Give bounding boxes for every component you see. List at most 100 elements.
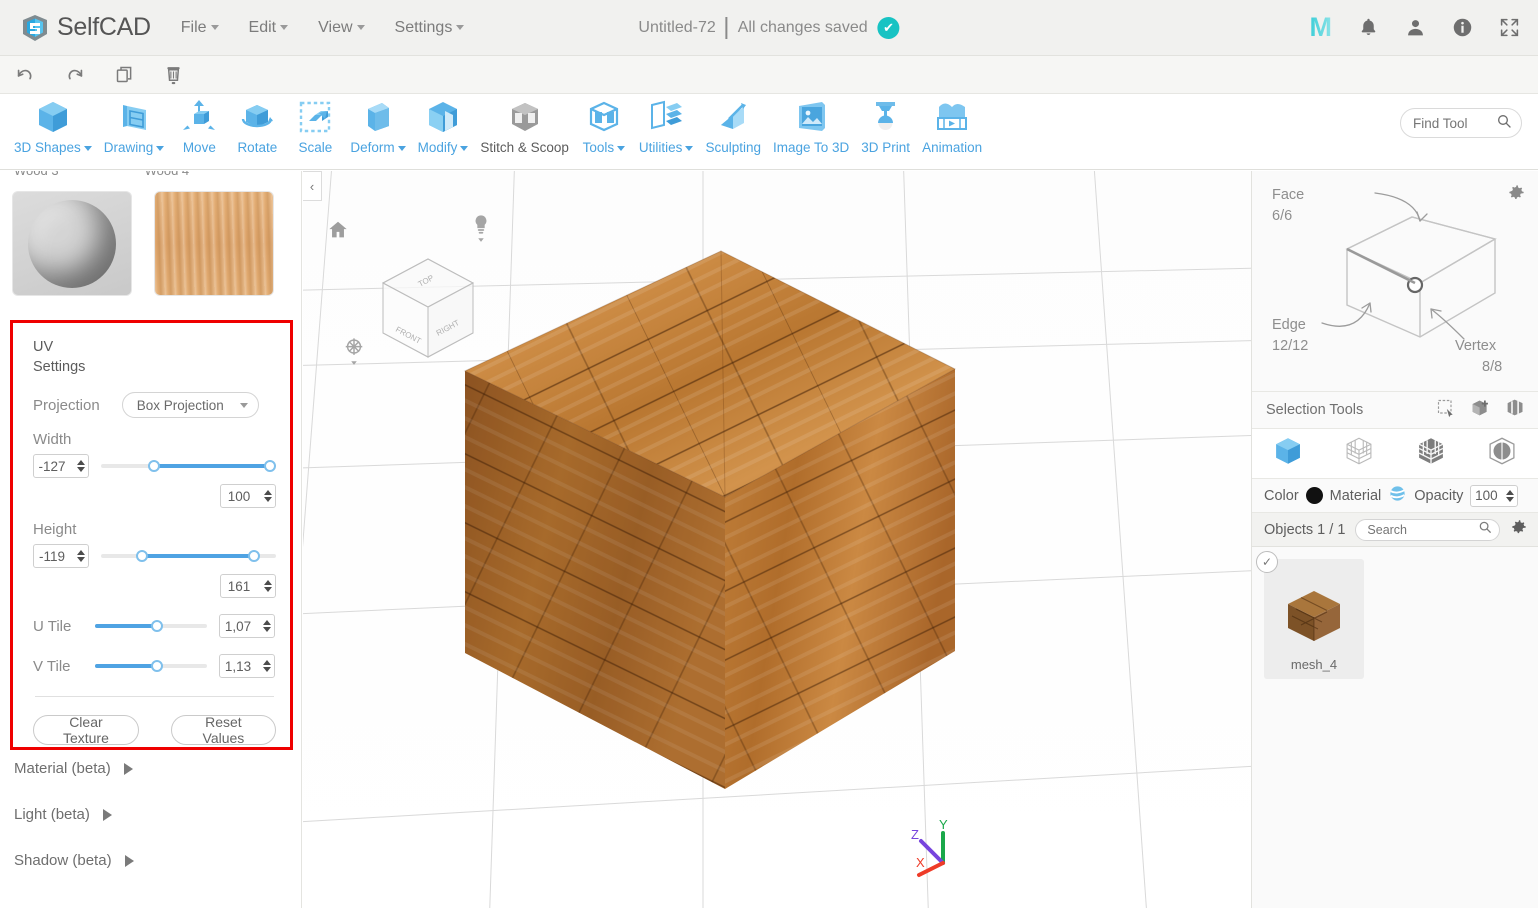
document-title[interactable]: Untitled-72 <box>638 19 715 37</box>
wood-cube-model[interactable] <box>453 241 973 801</box>
slider-knob[interactable] <box>151 660 163 672</box>
objects-search[interactable] <box>1355 518 1500 541</box>
stepper-up-icon[interactable] <box>264 490 272 495</box>
objects-search-input[interactable] <box>1367 522 1442 537</box>
search-icon[interactable] <box>1496 113 1512 134</box>
ribbon-modify[interactable]: Modify <box>412 94 475 155</box>
ribbon-rotate[interactable]: Rotate <box>228 94 286 155</box>
add-selection-icon[interactable] <box>1470 397 1491 423</box>
opacity-stepper[interactable] <box>1470 484 1519 507</box>
slider-knob-max[interactable] <box>264 460 276 472</box>
u-tile-stepper[interactable] <box>219 614 275 638</box>
delete-button[interactable] <box>163 64 184 86</box>
stepper-down-icon[interactable] <box>264 587 272 592</box>
copy-button[interactable] <box>114 64 135 85</box>
notifications-bell-icon[interactable] <box>1358 17 1379 38</box>
object-selected-check-icon[interactable]: ✓ <box>1256 551 1278 573</box>
vertex-mode-icon[interactable] <box>1342 434 1376 473</box>
clear-texture-button[interactable]: Clear Texture <box>33 714 139 746</box>
search-icon[interactable] <box>1478 520 1492 539</box>
view-navigation-gizmo[interactable]: TOP FRONT RIGHT <box>323 191 523 381</box>
3d-viewport[interactable]: ‹ TOP FRONT RIGHT Y Z X <box>303 171 1251 908</box>
u-tile-input[interactable] <box>220 618 256 634</box>
slider-knob[interactable] <box>151 620 163 632</box>
gear-icon[interactable] <box>1510 518 1528 541</box>
home-view-icon[interactable] <box>327 219 349 246</box>
stepper-down-icon[interactable] <box>77 467 85 472</box>
stepper-up-icon[interactable] <box>264 580 272 585</box>
slider-knob-min[interactable] <box>136 550 148 562</box>
v-tile-stepper[interactable] <box>219 654 275 678</box>
fullscreen-icon[interactable] <box>1499 17 1520 38</box>
height-min-stepper[interactable] <box>33 544 89 568</box>
slider-knob-min[interactable] <box>148 460 161 472</box>
stepper-up-icon[interactable] <box>263 620 271 625</box>
width-min-stepper[interactable] <box>33 454 89 478</box>
height-max-input[interactable] <box>221 578 257 594</box>
ribbon-deform[interactable]: Deform <box>344 94 411 155</box>
stepper-down-icon[interactable] <box>263 667 271 672</box>
stepper-down-icon[interactable] <box>264 497 272 502</box>
object-mode-icon[interactable] <box>1271 434 1305 473</box>
slider-knob-max[interactable] <box>248 550 261 562</box>
ribbon-stitch-scoop[interactable]: Stitch & Scoop <box>474 94 575 155</box>
rectangle-select-icon[interactable] <box>1436 398 1456 423</box>
info-icon[interactable] <box>1452 17 1473 38</box>
object-card-mesh-4[interactable]: ✓ mesh_4 <box>1256 551 1364 679</box>
ribbon-sculpting[interactable]: Sculpting <box>699 94 767 155</box>
stepper-up-icon[interactable] <box>263 660 271 665</box>
menu-view[interactable]: View <box>318 19 365 37</box>
ribbon-scale[interactable]: Scale <box>286 94 344 155</box>
ribbon-3d-shapes[interactable]: 3D Shapes <box>8 94 98 155</box>
reset-values-button[interactable]: Reset Values <box>170 714 276 746</box>
stepper-up-icon[interactable] <box>77 460 85 465</box>
stepper-down-icon[interactable] <box>77 557 85 562</box>
through-selection-icon[interactable] <box>1505 397 1526 423</box>
ribbon-utilities[interactable]: Utilities <box>633 94 700 155</box>
find-tool-search[interactable] <box>1400 108 1522 138</box>
projection-dropdown[interactable]: Box Projection <box>121 392 259 418</box>
height-range-slider[interactable] <box>101 549 276 563</box>
section-shadow-beta[interactable]: Shadow (beta) <box>0 852 301 869</box>
width-max-stepper[interactable] <box>220 484 276 508</box>
myminifactory-icon[interactable]: M <box>1310 14 1333 41</box>
stepper-arrows[interactable] <box>264 490 272 502</box>
ribbon-tools[interactable]: Tools <box>575 94 633 155</box>
height-max-stepper[interactable] <box>220 574 276 598</box>
ribbon-animation[interactable]: Animation <box>916 94 988 155</box>
stepper-arrows[interactable] <box>264 580 272 592</box>
stepper-arrows[interactable] <box>263 660 271 672</box>
ribbon-image-to-3d[interactable]: Image To 3D <box>767 94 855 155</box>
color-swatch[interactable] <box>1305 487 1323 504</box>
opacity-input[interactable] <box>1471 488 1502 503</box>
stepper-arrows[interactable] <box>263 620 271 632</box>
stepper-up-icon[interactable] <box>77 550 85 555</box>
edge-mode-icon[interactable] <box>1485 434 1519 473</box>
width-range-slider[interactable] <box>101 459 276 473</box>
texture-wood-3[interactable] <box>12 191 132 296</box>
height-min-input[interactable] <box>34 548 70 564</box>
stepper-arrows[interactable] <box>77 460 85 472</box>
u-tile-slider[interactable] <box>95 619 207 633</box>
width-max-input[interactable] <box>221 488 257 504</box>
section-light-beta[interactable]: Light (beta) <box>0 806 301 823</box>
material-icon[interactable] <box>1388 484 1407 507</box>
app-logo[interactable]: SelfCAD <box>18 11 151 45</box>
stepper-down-icon[interactable] <box>263 627 271 632</box>
menu-file[interactable]: File <box>181 19 219 37</box>
menu-settings[interactable]: Settings <box>395 19 465 37</box>
stepper-down-icon[interactable] <box>1506 496 1515 502</box>
v-tile-slider[interactable] <box>95 659 207 673</box>
collapse-left-panel-button[interactable]: ‹ <box>303 171 322 201</box>
v-tile-input[interactable] <box>220 658 256 674</box>
camera-settings-icon[interactable] <box>343 336 365 375</box>
light-settings-icon[interactable] <box>470 213 492 252</box>
ribbon-3d-print[interactable]: 3D Print <box>855 94 916 155</box>
section-material-beta[interactable]: Material (beta) <box>0 760 301 777</box>
user-account-icon[interactable] <box>1405 17 1426 38</box>
ribbon-move[interactable]: Move <box>170 94 228 155</box>
undo-button[interactable] <box>14 64 36 86</box>
stepper-arrows[interactable] <box>77 550 85 562</box>
width-min-input[interactable] <box>34 458 70 474</box>
stepper-arrows[interactable] <box>1506 489 1515 502</box>
